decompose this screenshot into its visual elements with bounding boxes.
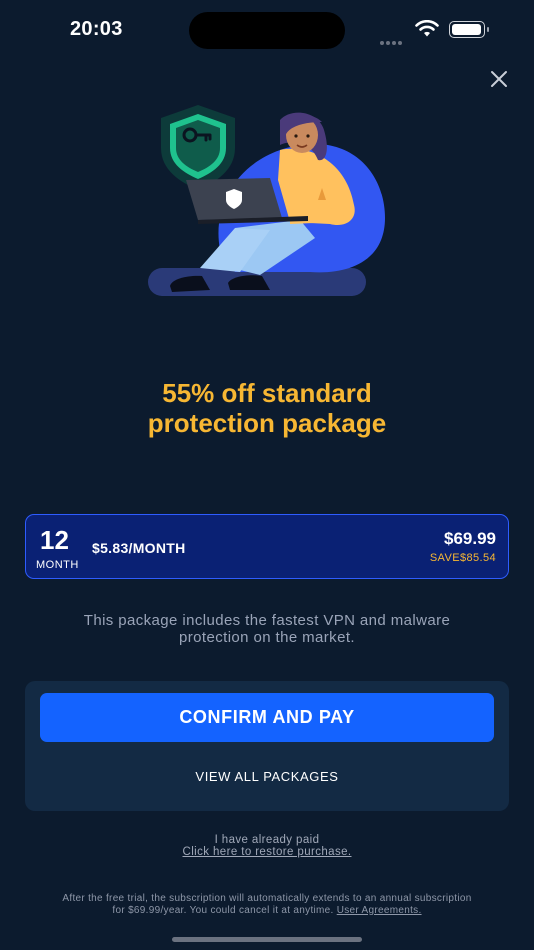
status-time: 20:03 [70,18,123,40]
package-description: This package includes the fastest VPN an… [0,612,534,646]
legal-line1: After the free trial, the subscription w… [62,893,472,904]
cellular-dots-icon [380,32,408,45]
wifi-icon [415,20,439,37]
hero-illustration [148,105,385,296]
restore-purchase-link[interactable]: Click here to restore purchase. [0,846,534,858]
plan-monthly-price: $5.83/MONTH [92,540,186,556]
offer-headline-line1: 55% off standard [162,378,372,408]
close-button[interactable] [486,66,512,92]
package-description-line1: This package includes the fastest VPN an… [83,612,451,629]
plan-months-unit: MONTH [36,559,79,571]
confirm-and-pay-button[interactable]: CONFIRM AND PAY [40,693,494,742]
close-icon [491,71,507,87]
legal-line2-text: for $69.99/year. You could cancel it at … [112,904,334,916]
plan-savings: SAVE$85.54 [429,552,496,564]
status-bar: 20:03 [0,0,534,60]
view-all-packages-link[interactable]: VIEW ALL PACKAGES [25,769,509,784]
offer-headline: 55% off standard protection package [0,378,534,438]
action-panel: CONFIRM AND PAY VIEW ALL PACKAGES [25,681,509,811]
user-agreements-link[interactable]: User Agreements. [337,905,422,916]
home-indicator[interactable] [172,937,362,942]
already-paid-text: I have already paid [214,834,320,846]
plan-option-12-month[interactable]: 12 MONTH $5.83/MONTH $69.99 SAVE$85.54 [25,514,509,579]
dynamic-island [189,12,345,49]
offer-headline-line2: protection package [147,408,387,438]
plan-months: 12 [40,525,69,555]
legal-text: After the free trial, the subscription w… [0,893,534,916]
package-description-line2: protection on the market. [179,629,355,646]
battery-icon [449,21,489,38]
plan-total-price: $69.99 [444,529,496,548]
key-shield-icon [161,105,235,190]
legal-line2: for $69.99/year. You could cancel it at … [0,905,534,917]
